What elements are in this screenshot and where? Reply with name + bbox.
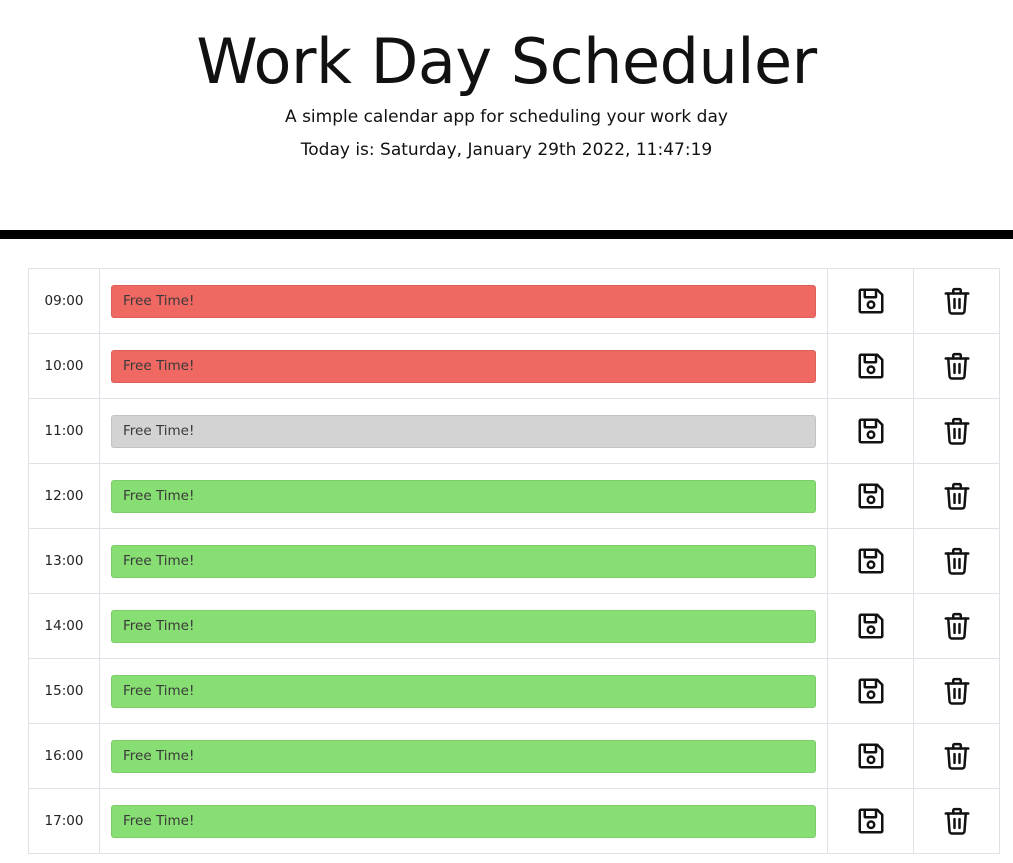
task-cell	[99, 398, 828, 464]
time-block-row: 15:00	[28, 658, 1000, 724]
save-button[interactable]	[856, 741, 886, 771]
delete-button[interactable]	[942, 416, 972, 446]
floppy-disk-icon	[858, 548, 883, 574]
task-cell	[99, 528, 828, 594]
trash-icon	[944, 677, 969, 705]
task-cell	[99, 658, 828, 724]
task-input[interactable]	[111, 804, 816, 838]
time-block-row: 12:00	[28, 463, 1000, 529]
time-block-row: 11:00	[28, 398, 1000, 464]
delete-button[interactable]	[942, 806, 972, 836]
trash-icon	[944, 417, 969, 445]
trash-icon	[944, 482, 969, 510]
delete-cell	[913, 788, 1000, 854]
trash-icon	[944, 612, 969, 640]
time-block-row: 13:00	[28, 528, 1000, 594]
time-block-row: 17:00	[28, 788, 1000, 854]
schedule-table: 09:00 Free Time! 10:00 Free Time! 11:00 …	[28, 268, 1000, 854]
save-button[interactable]	[856, 676, 886, 706]
header: Work Day Scheduler A simple calendar app…	[0, 0, 1013, 230]
save-cell	[827, 658, 914, 724]
hour-label: 17:00	[28, 788, 100, 854]
task-cell	[99, 463, 828, 529]
header-divider	[0, 230, 1013, 239]
trash-icon	[944, 352, 969, 380]
task-cell	[99, 723, 828, 789]
trash-icon	[944, 287, 969, 315]
floppy-disk-icon	[858, 613, 883, 639]
time-block-row: 10:00	[28, 333, 1000, 399]
delete-cell	[913, 658, 1000, 724]
save-cell	[827, 528, 914, 594]
save-cell	[827, 788, 914, 854]
hour-label: 09:00	[28, 268, 100, 334]
delete-button[interactable]	[942, 676, 972, 706]
trash-icon	[944, 807, 969, 835]
delete-button[interactable]	[942, 481, 972, 511]
delete-cell	[913, 463, 1000, 529]
delete-cell	[913, 333, 1000, 399]
hour-label: 13:00	[28, 528, 100, 594]
delete-button[interactable]	[942, 741, 972, 771]
task-input[interactable]	[111, 349, 816, 383]
delete-cell	[913, 723, 1000, 789]
save-cell	[827, 593, 914, 659]
save-button[interactable]	[856, 546, 886, 576]
task-input[interactable]	[111, 674, 816, 708]
task-cell	[99, 268, 828, 334]
floppy-disk-icon	[858, 353, 883, 379]
delete-cell	[913, 268, 1000, 334]
current-date-display: Today is: Saturday, January 29th 2022, 1…	[300, 140, 713, 160]
delete-cell	[913, 528, 1000, 594]
hour-label: 11:00	[28, 398, 100, 464]
floppy-disk-icon	[858, 678, 883, 704]
save-button[interactable]	[856, 351, 886, 381]
task-cell	[99, 593, 828, 659]
task-input[interactable]	[111, 609, 816, 643]
trash-icon	[944, 742, 969, 770]
hour-label: 15:00	[28, 658, 100, 724]
save-button[interactable]	[856, 481, 886, 511]
time-block-row: 14:00	[28, 593, 1000, 659]
task-input[interactable]	[111, 544, 816, 578]
save-cell	[827, 268, 914, 334]
save-button[interactable]	[856, 806, 886, 836]
time-block-row: 09:00	[28, 268, 1000, 334]
save-cell	[827, 398, 914, 464]
task-cell	[99, 333, 828, 399]
page-subtitle: A simple calendar app for scheduling you…	[285, 107, 728, 127]
hour-label: 10:00	[28, 333, 100, 399]
task-cell	[99, 788, 828, 854]
task-input[interactable]	[111, 479, 816, 513]
delete-button[interactable]	[942, 351, 972, 381]
save-cell	[827, 333, 914, 399]
save-cell	[827, 463, 914, 529]
save-button[interactable]	[856, 286, 886, 316]
floppy-disk-icon	[858, 743, 883, 769]
save-button[interactable]	[856, 611, 886, 641]
save-button[interactable]	[856, 416, 886, 446]
hour-label: 12:00	[28, 463, 100, 529]
floppy-disk-icon	[858, 288, 883, 314]
floppy-disk-icon	[858, 418, 883, 444]
delete-cell	[913, 593, 1000, 659]
trash-icon	[944, 547, 969, 575]
task-input[interactable]	[111, 284, 816, 318]
delete-button[interactable]	[942, 546, 972, 576]
delete-button[interactable]	[942, 286, 972, 316]
floppy-disk-icon	[858, 483, 883, 509]
task-input[interactable]	[111, 739, 816, 773]
delete-cell	[913, 398, 1000, 464]
hour-label: 14:00	[28, 593, 100, 659]
page-title: Work Day Scheduler	[196, 25, 817, 98]
time-block-row: 16:00	[28, 723, 1000, 789]
save-cell	[827, 723, 914, 789]
delete-button[interactable]	[942, 611, 972, 641]
floppy-disk-icon	[858, 808, 883, 834]
hour-label: 16:00	[28, 723, 100, 789]
task-input[interactable]	[111, 414, 816, 448]
